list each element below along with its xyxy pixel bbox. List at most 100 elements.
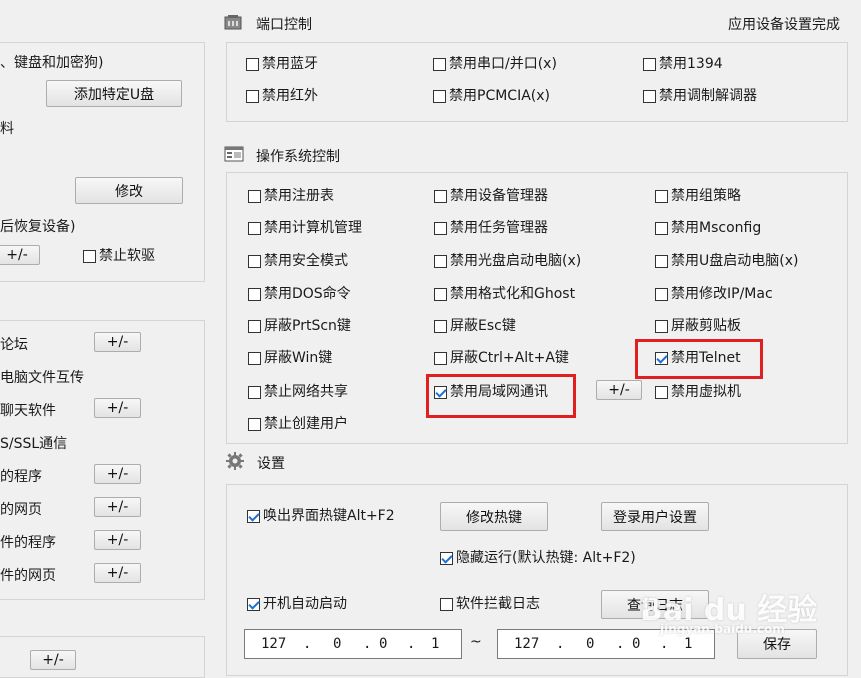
left-list-item: S/SSL通信 [0,436,68,452]
os-checkbox[interactable]: 禁用计算机管理 [248,218,362,238]
checkbox-box[interactable] [655,221,668,235]
checkbox-box[interactable] [247,509,260,523]
checkbox-box[interactable] [643,57,656,71]
os-checkbox[interactable]: 禁用格式化和Ghost [434,284,575,304]
os-checkbox[interactable]: 禁止创建用户 [248,414,348,434]
os-checkbox[interactable]: 屏蔽剪贴板 [655,316,741,336]
os-checkbox[interactable]: 禁用光盘启动电脑(x) [434,251,581,271]
os-checkbox[interactable]: 禁止网络共享 [248,382,348,402]
os-checkbox[interactable]: 禁用任务管理器 [434,218,548,238]
checkbox-label: 禁用格式化和Ghost [450,286,576,302]
os-checkbox[interactable]: 禁用局域网通讯 [434,382,548,402]
checkbox-label: 屏蔽PrtScn键 [264,318,351,334]
ip-dot: . [363,636,372,652]
checkbox-label: 禁用计算机管理 [264,220,362,236]
left-partial-text-3: 后恢复设备) [0,219,76,235]
checkbox-box[interactable] [248,254,261,268]
checkbox-label: 禁用蓝牙 [262,56,318,72]
os-checkbox[interactable]: 禁用DOS命令 [248,284,351,304]
os-control-title: 操作系统控制 [256,149,340,165]
settings-title: 设置 [257,456,285,472]
left-list-plusminus-button[interactable]: +/- [94,332,141,352]
checkbox-label: 禁用光盘启动电脑(x) [450,253,582,269]
checkbox-box[interactable] [248,417,261,431]
os-checkbox[interactable]: 禁用U盘启动电脑(x) [655,251,798,271]
ip-dot: . [407,636,416,652]
checkbox-box[interactable] [248,189,261,203]
checkbox-label: 禁用Telnet [671,350,741,366]
checkbox-box[interactable] [655,319,668,333]
port-checkbox[interactable]: 禁用红外 [246,86,318,106]
left-partial-text-1: 、键盘和加密狗) [0,55,104,71]
checkbox-box[interactable] [655,385,668,399]
os-checkbox[interactable]: 屏蔽Esc键 [434,316,516,336]
checkbox-label: 禁用组策略 [671,188,741,204]
port-checkbox[interactable]: 禁用调制解调器 [643,86,757,106]
os-checkbox[interactable]: 禁用设备管理器 [434,186,548,206]
login-settings-button[interactable]: 登录用户设置 [601,502,709,531]
checkbox-box[interactable] [433,57,446,71]
os-checkbox[interactable]: 屏蔽Ctrl+Alt+A键 [434,348,569,368]
os-checkbox[interactable]: 禁用虚拟机 [655,382,741,402]
checkbox-box[interactable] [247,597,260,611]
checkbox-box[interactable] [655,287,668,301]
checkbox-box[interactable] [655,189,668,203]
port-checkbox[interactable]: 禁用1394 [643,54,723,74]
ip-start-input[interactable]: 127 . 0 . 0 . 1 [244,629,462,659]
checkbox-box[interactable] [248,287,261,301]
checkbox-box[interactable] [434,287,447,301]
left-list-item: 件的程序 [0,535,56,551]
checkbox-label: 禁用注册表 [264,188,334,204]
checkbox-label: 禁用任务管理器 [450,220,548,236]
hide-run-checkbox[interactable]: 隐藏运行(默认热键: Alt+F2) [440,548,636,568]
checkbox-box[interactable] [434,254,447,268]
modify-button[interactable]: 修改 [75,177,183,204]
checkbox-label: 禁止创建用户 [264,416,348,432]
checkbox-box[interactable] [434,385,447,399]
os-checkbox[interactable]: 禁用注册表 [248,186,334,206]
os-checkbox[interactable]: 屏蔽PrtScn键 [248,316,351,336]
checkbox-box[interactable] [83,249,96,263]
hotkey-checkbox[interactable]: 唤出界面热键Alt+F2 [247,506,395,526]
modify-hotkey-button[interactable]: 修改热键 [440,502,548,531]
checkbox-box[interactable] [434,221,447,235]
intercept-log-checkbox[interactable]: 软件拦截日志 [440,594,540,614]
os-control-panel [226,172,848,444]
checkbox-box[interactable] [440,597,453,611]
os-checkbox[interactable]: 禁用组策略 [655,186,741,206]
checkbox-box[interactable] [246,57,259,71]
checkbox-box[interactable] [434,319,447,333]
add-usb-button[interactable]: 添加特定U盘 [46,80,182,107]
checkbox-label: 屏蔽剪贴板 [671,318,741,334]
checkbox-box[interactable] [248,221,261,235]
os-checkbox[interactable]: 禁用修改IP/Mac [655,284,773,304]
checkbox-box[interactable] [655,351,668,365]
left-list-plusminus-button[interactable]: +/- [94,398,141,418]
checkbox-box[interactable] [248,351,261,365]
checkbox-box[interactable] [655,254,668,268]
port-checkbox[interactable]: 禁用蓝牙 [246,54,318,74]
os-checkbox[interactable]: 禁用Telnet [655,348,741,368]
checkbox-box[interactable] [246,89,259,103]
checkbox-box[interactable] [248,319,261,333]
checkbox-box[interactable] [248,385,261,399]
left-list-plusminus-button[interactable]: +/- [94,530,141,550]
left-bottom-plusminus-button[interactable]: +/- [30,650,76,670]
os-checkbox[interactable]: 禁用安全模式 [248,251,348,271]
checkbox-box[interactable] [440,551,453,565]
left-list-plusminus-button[interactable]: +/- [94,464,141,484]
checkbox-box[interactable] [643,89,656,103]
os-checkbox[interactable]: 屏蔽Win键 [248,348,332,368]
port-checkbox[interactable]: 禁用串口/并口(x) [433,54,557,74]
disable-soft-drive-checkbox[interactable]: 禁止软驱 [83,246,155,266]
checkbox-box[interactable] [434,351,447,365]
left-list-plusminus-button[interactable]: +/- [94,563,141,583]
checkbox-box[interactable] [433,89,446,103]
left-plusminus-button[interactable]: +/- [0,245,40,265]
left-list-plusminus-button[interactable]: +/- [94,497,141,517]
lan-plusminus-button[interactable]: +/- [596,380,642,400]
autostart-checkbox[interactable]: 开机自动启动 [247,594,347,614]
port-checkbox[interactable]: 禁用PCMCIA(x) [433,86,550,106]
checkbox-box[interactable] [434,189,447,203]
os-checkbox[interactable]: 禁用Msconfig [655,218,761,238]
